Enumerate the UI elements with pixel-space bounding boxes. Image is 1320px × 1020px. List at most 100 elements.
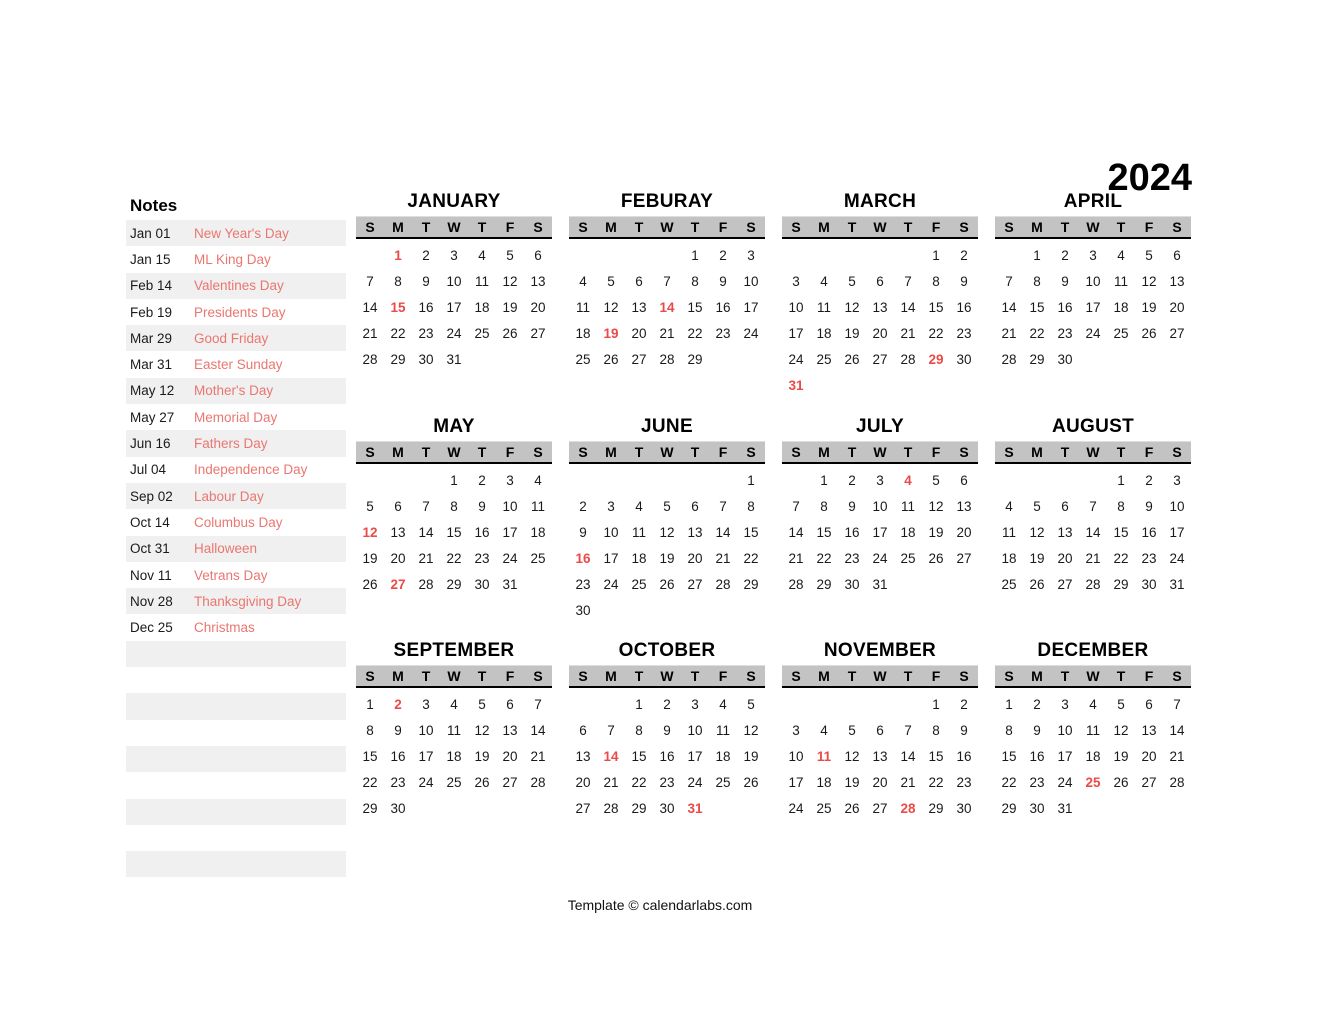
day-cell[interactable]: 1 <box>737 468 765 494</box>
day-cell-holiday[interactable]: 16 <box>569 546 597 572</box>
day-cell[interactable]: 26 <box>1107 770 1135 796</box>
day-cell[interactable]: 5 <box>496 243 524 269</box>
note-row[interactable]: Oct 14 Columbus Day <box>126 509 346 535</box>
day-cell[interactable]: 14 <box>356 295 384 321</box>
day-cell[interactable]: 23 <box>838 546 866 572</box>
day-cell[interactable]: 2 <box>569 494 597 520</box>
day-cell[interactable]: 7 <box>894 269 922 295</box>
day-cell-holiday[interactable]: 14 <box>597 744 625 770</box>
day-cell[interactable]: 21 <box>653 321 681 347</box>
day-cell[interactable]: 12 <box>496 269 524 295</box>
day-cell[interactable]: 13 <box>625 295 653 321</box>
day-cell-holiday[interactable]: 12 <box>356 520 384 546</box>
day-cell[interactable]: 26 <box>1023 572 1051 598</box>
day-cell[interactable]: 19 <box>838 770 866 796</box>
day-cell[interactable]: 13 <box>1163 269 1191 295</box>
day-cell[interactable]: 10 <box>597 520 625 546</box>
day-cell[interactable]: 11 <box>995 520 1023 546</box>
day-cell[interactable]: 9 <box>569 520 597 546</box>
day-cell[interactable]: 25 <box>709 770 737 796</box>
note-row[interactable]: Jun 16 Fathers Day <box>126 430 346 457</box>
day-cell[interactable]: 29 <box>1023 347 1051 373</box>
day-cell[interactable]: 27 <box>1163 321 1191 347</box>
day-cell[interactable]: 3 <box>1163 468 1191 494</box>
day-cell[interactable]: 4 <box>1079 692 1107 718</box>
day-cell[interactable]: 18 <box>569 321 597 347</box>
day-cell[interactable]: 26 <box>838 796 866 822</box>
day-cell[interactable]: 24 <box>866 546 894 572</box>
day-cell[interactable]: 26 <box>597 347 625 373</box>
note-row[interactable]: May 12 Mother's Day <box>126 377 346 405</box>
day-cell[interactable]: 23 <box>412 321 440 347</box>
day-cell[interactable]: 3 <box>1079 243 1107 269</box>
day-cell[interactable]: 20 <box>625 321 653 347</box>
day-cell[interactable]: 8 <box>1107 494 1135 520</box>
day-cell[interactable]: 9 <box>838 494 866 520</box>
day-cell[interactable]: 19 <box>1135 295 1163 321</box>
day-cell[interactable]: 21 <box>356 321 384 347</box>
day-cell[interactable]: 27 <box>496 770 524 796</box>
note-row[interactable]: Oct 31 Halloween <box>126 535 346 562</box>
day-cell[interactable]: 28 <box>412 572 440 598</box>
day-cell[interactable]: 1 <box>681 243 709 269</box>
note-row[interactable] <box>126 640 346 668</box>
day-cell[interactable]: 9 <box>1051 269 1079 295</box>
day-cell[interactable]: 7 <box>356 269 384 295</box>
day-cell[interactable]: 21 <box>894 770 922 796</box>
day-cell[interactable]: 8 <box>681 269 709 295</box>
day-cell[interactable]: 12 <box>1107 718 1135 744</box>
day-cell[interactable]: 16 <box>384 744 412 770</box>
day-cell[interactable]: 2 <box>838 468 866 494</box>
day-cell[interactable]: 9 <box>1023 718 1051 744</box>
day-cell[interactable]: 10 <box>1079 269 1107 295</box>
day-cell[interactable]: 19 <box>653 546 681 572</box>
day-cell[interactable]: 8 <box>356 718 384 744</box>
day-cell[interactable]: 20 <box>384 546 412 572</box>
day-cell[interactable]: 10 <box>496 494 524 520</box>
day-cell[interactable]: 11 <box>625 520 653 546</box>
day-cell[interactable]: 23 <box>1023 770 1051 796</box>
day-cell[interactable]: 29 <box>625 796 653 822</box>
day-cell[interactable]: 7 <box>995 269 1023 295</box>
day-cell[interactable]: 3 <box>866 468 894 494</box>
day-cell[interactable]: 29 <box>810 572 838 598</box>
day-cell[interactable]: 25 <box>810 796 838 822</box>
day-cell[interactable]: 22 <box>922 770 950 796</box>
day-cell[interactable]: 19 <box>1023 546 1051 572</box>
day-cell-holiday[interactable]: 1 <box>384 243 412 269</box>
day-cell[interactable]: 15 <box>810 520 838 546</box>
day-cell[interactable]: 24 <box>1163 546 1191 572</box>
day-cell[interactable]: 23 <box>384 770 412 796</box>
day-cell[interactable]: 18 <box>524 520 552 546</box>
day-cell[interactable]: 15 <box>356 744 384 770</box>
day-cell[interactable]: 23 <box>709 321 737 347</box>
day-cell[interactable]: 13 <box>524 269 552 295</box>
day-cell[interactable]: 21 <box>894 321 922 347</box>
day-cell[interactable]: 20 <box>1051 546 1079 572</box>
day-cell-holiday[interactable]: 4 <box>894 468 922 494</box>
day-cell[interactable]: 2 <box>709 243 737 269</box>
day-cell[interactable]: 4 <box>569 269 597 295</box>
day-cell[interactable]: 25 <box>569 347 597 373</box>
day-cell[interactable]: 8 <box>922 718 950 744</box>
day-cell[interactable]: 20 <box>569 770 597 796</box>
day-cell[interactable]: 21 <box>1163 744 1191 770</box>
day-cell[interactable]: 13 <box>1135 718 1163 744</box>
day-cell[interactable]: 29 <box>356 796 384 822</box>
day-cell[interactable]: 4 <box>810 269 838 295</box>
day-cell[interactable]: 8 <box>995 718 1023 744</box>
note-row[interactable]: Mar 29 Good Friday <box>126 325 346 352</box>
day-cell[interactable]: 14 <box>412 520 440 546</box>
day-cell[interactable]: 15 <box>440 520 468 546</box>
day-cell[interactable]: 5 <box>1107 692 1135 718</box>
day-cell[interactable]: 14 <box>894 744 922 770</box>
day-cell[interactable]: 19 <box>1107 744 1135 770</box>
day-cell-holiday[interactable]: 14 <box>653 295 681 321</box>
day-cell[interactable]: 26 <box>737 770 765 796</box>
day-cell[interactable]: 23 <box>653 770 681 796</box>
day-cell[interactable]: 28 <box>524 770 552 796</box>
day-cell[interactable]: 16 <box>1135 520 1163 546</box>
day-cell[interactable]: 5 <box>653 494 681 520</box>
day-cell[interactable]: 21 <box>782 546 810 572</box>
day-cell[interactable]: 6 <box>569 718 597 744</box>
